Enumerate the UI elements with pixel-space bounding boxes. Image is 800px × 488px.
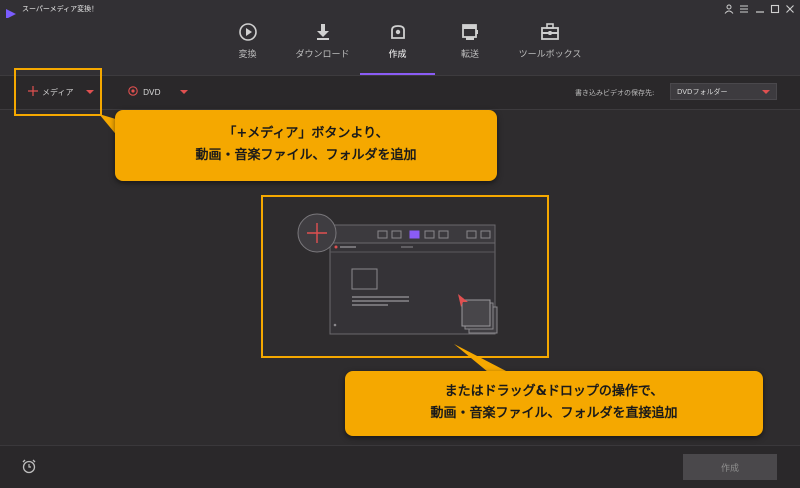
download-icon bbox=[313, 22, 333, 42]
save-location-value: DVDフォルダー bbox=[677, 87, 728, 96]
add-dvd-button[interactable]: DVD bbox=[128, 84, 161, 100]
add-dvd-dropdown-icon[interactable] bbox=[180, 90, 188, 94]
nav-tab-convert[interactable]: 変換 bbox=[220, 18, 275, 75]
chevron-down-icon bbox=[762, 90, 770, 94]
nav-tab-transfer[interactable]: 転送 bbox=[440, 18, 500, 75]
save-location-label: 書き込みビデオの保存先: bbox=[575, 89, 655, 97]
minimize-icon[interactable] bbox=[753, 1, 767, 16]
callout-top-line1: 「+メディア」ボタンより、 bbox=[223, 126, 389, 141]
footer-bar: 作成 bbox=[0, 445, 800, 488]
callout-bottom-line1: またはドラッグ&ドロップの操作で、 bbox=[444, 384, 664, 399]
save-location-select[interactable]: DVDフォルダー bbox=[670, 83, 777, 100]
main-nav: 変換 ダウンロード 作成 転送 ツールボックス bbox=[0, 18, 800, 75]
drag-drop-illustration[interactable] bbox=[263, 197, 547, 356]
app-title: スーパーメディア変換！ bbox=[22, 5, 99, 13]
callout-bottom-line2: 動画・音楽ファイル、フォルダを直接追加 bbox=[430, 406, 678, 421]
add-dvd-label: DVD bbox=[143, 87, 161, 97]
title-bar: スーパーメディア変換！ bbox=[0, 0, 800, 19]
menu-icon[interactable] bbox=[737, 1, 751, 16]
disc-icon bbox=[128, 86, 138, 98]
callout-add-media: 「+メディア」ボタンより、 動画・音楽ファイル、フォルダを追加 bbox=[115, 110, 497, 181]
plus-icon bbox=[28, 86, 38, 98]
nav-tab-create[interactable]: 作成 bbox=[370, 18, 425, 75]
callout-drag-drop: またはドラッグ&ドロップの操作で、 動画・音楽ファイル、フォルダを直接追加 bbox=[345, 371, 763, 436]
convert-icon bbox=[238, 22, 258, 42]
account-icon[interactable] bbox=[722, 1, 736, 16]
create-button[interactable]: 作成 bbox=[683, 454, 777, 480]
toolbar: メディア DVD 書き込みビデオの保存先: DVDフォルダー bbox=[0, 75, 800, 110]
toolbox-icon bbox=[540, 22, 560, 42]
nav-tab-download[interactable]: ダウンロード bbox=[290, 18, 355, 75]
transfer-icon bbox=[460, 22, 480, 42]
maximize-icon[interactable] bbox=[768, 1, 782, 16]
nav-tab-toolbox[interactable]: ツールボックス bbox=[510, 18, 590, 75]
add-media-dropdown-icon[interactable] bbox=[86, 90, 94, 94]
alarm-clock-icon[interactable] bbox=[21, 458, 37, 478]
add-media-label: メディア bbox=[42, 87, 74, 97]
callout-top-line2: 動画・音楽ファイル、フォルダを追加 bbox=[195, 148, 417, 163]
add-media-button[interactable]: メディア bbox=[28, 84, 73, 100]
close-icon[interactable] bbox=[783, 1, 797, 16]
burn-disc-icon bbox=[388, 22, 408, 42]
